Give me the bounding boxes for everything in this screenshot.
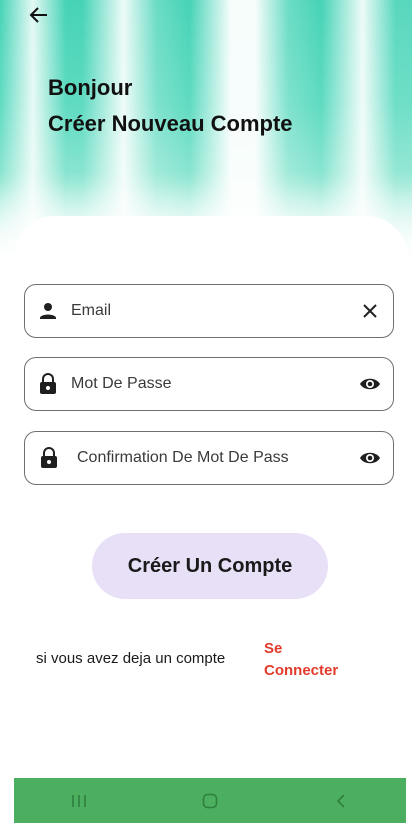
login-prompt-text: si vous avez deja un compte	[36, 650, 226, 667]
recents-icon	[72, 794, 87, 807]
nav-back-button[interactable]	[311, 778, 371, 823]
home-icon	[202, 793, 218, 808]
chevron-left-icon	[336, 793, 345, 808]
password-field[interactable]	[24, 357, 394, 411]
email-input[interactable]	[71, 296, 347, 326]
login-link-line2: Connecter	[264, 662, 339, 679]
password-input[interactable]	[71, 369, 347, 399]
back-button[interactable]	[26, 2, 52, 28]
title-text: Créer Nouveau Compte	[48, 111, 293, 136]
login-link-line1: Se	[264, 640, 283, 657]
greeting-text: Bonjour	[48, 75, 133, 100]
page-title: Bonjour Créer Nouveau Compte	[48, 70, 293, 142]
eye-icon	[360, 378, 380, 390]
toggle-password-visibility[interactable]	[347, 376, 393, 392]
confirm-password-field[interactable]	[24, 431, 394, 485]
lock-icon	[25, 373, 71, 395]
lock-icon	[25, 447, 73, 469]
system-navigation-bar	[14, 778, 406, 823]
toggle-confirm-password-visibility[interactable]	[347, 450, 393, 466]
create-account-button[interactable]: Créer Un Compte	[92, 533, 328, 599]
eye-icon	[360, 452, 380, 464]
email-field[interactable]	[24, 284, 394, 338]
arrow-left-icon	[29, 7, 47, 23]
nav-recents-button[interactable]	[49, 778, 109, 823]
nav-home-button[interactable]	[180, 778, 240, 823]
login-link[interactable]: Se Connecter	[264, 638, 364, 682]
confirm-password-input[interactable]	[73, 443, 347, 473]
person-icon	[25, 301, 71, 321]
clear-email-button[interactable]	[347, 303, 393, 319]
close-icon	[363, 304, 377, 318]
